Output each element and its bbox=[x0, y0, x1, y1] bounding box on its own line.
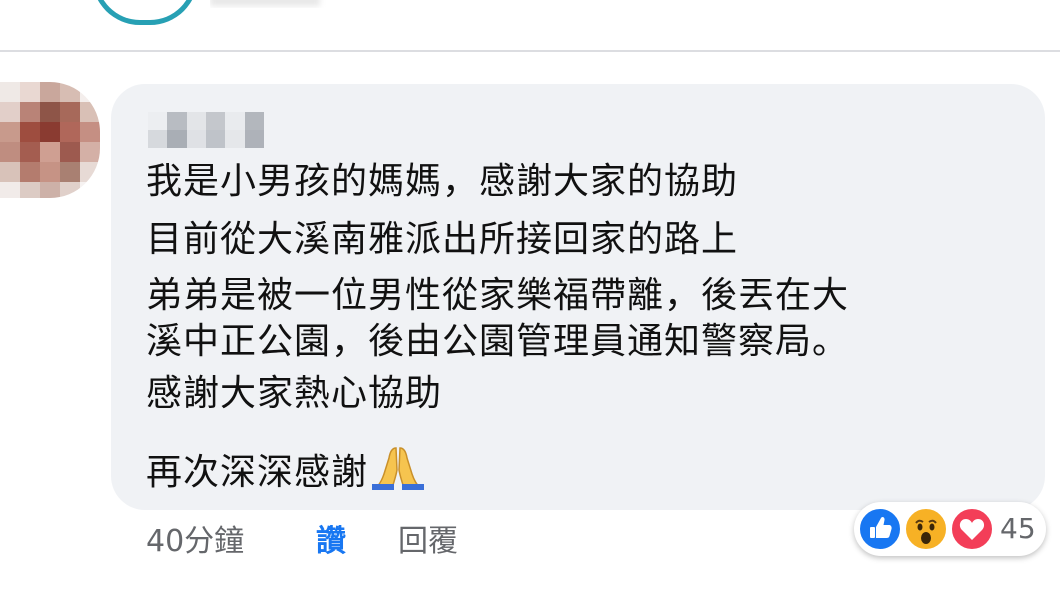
commenter-avatar-pixelated[interactable] bbox=[0, 82, 100, 198]
love-reaction-icon bbox=[950, 507, 994, 551]
comment-line-2: 目前從大溪南雅派出所接回家的路上 bbox=[146, 219, 739, 260]
wow-reaction-icon bbox=[904, 507, 948, 551]
comment-line-5: 感謝大家熱心協助 bbox=[146, 373, 443, 414]
like-button[interactable]: 讚 bbox=[316, 522, 346, 562]
like-reaction-icon bbox=[858, 507, 902, 551]
previous-post-avatar bbox=[92, 0, 198, 25]
facebook-comment-screenshot: 我是小男孩的媽媽，感謝大家的協助 目前從大溪南雅派出所接回家的路上 弟弟是被一位… bbox=[0, 0, 1060, 596]
comment-line-4: 溪中正公園，後由公園管理員通知警察局。 bbox=[146, 321, 850, 362]
previous-post-author-redacted bbox=[210, 0, 370, 8]
reaction-count: 45 bbox=[1000, 512, 1036, 545]
comment-line-6: 再次深深感謝 bbox=[146, 452, 369, 493]
comment-line-6-container: 再次深深感謝 bbox=[146, 444, 428, 495]
reply-button[interactable]: 回覆 bbox=[398, 522, 458, 562]
commenter-name-pixelated[interactable] bbox=[148, 112, 264, 148]
comment-timestamp[interactable]: 40分鐘 bbox=[146, 522, 244, 562]
comment-line-1: 我是小男孩的媽媽，感謝大家的協助 bbox=[146, 161, 739, 202]
folded-hands-emoji-icon bbox=[368, 444, 428, 490]
comment-line-3: 弟弟是被一位男性從家樂福帶離，後丟在大 bbox=[146, 275, 850, 316]
divider bbox=[0, 50, 1060, 52]
reaction-summary[interactable]: 45 bbox=[854, 502, 1046, 556]
